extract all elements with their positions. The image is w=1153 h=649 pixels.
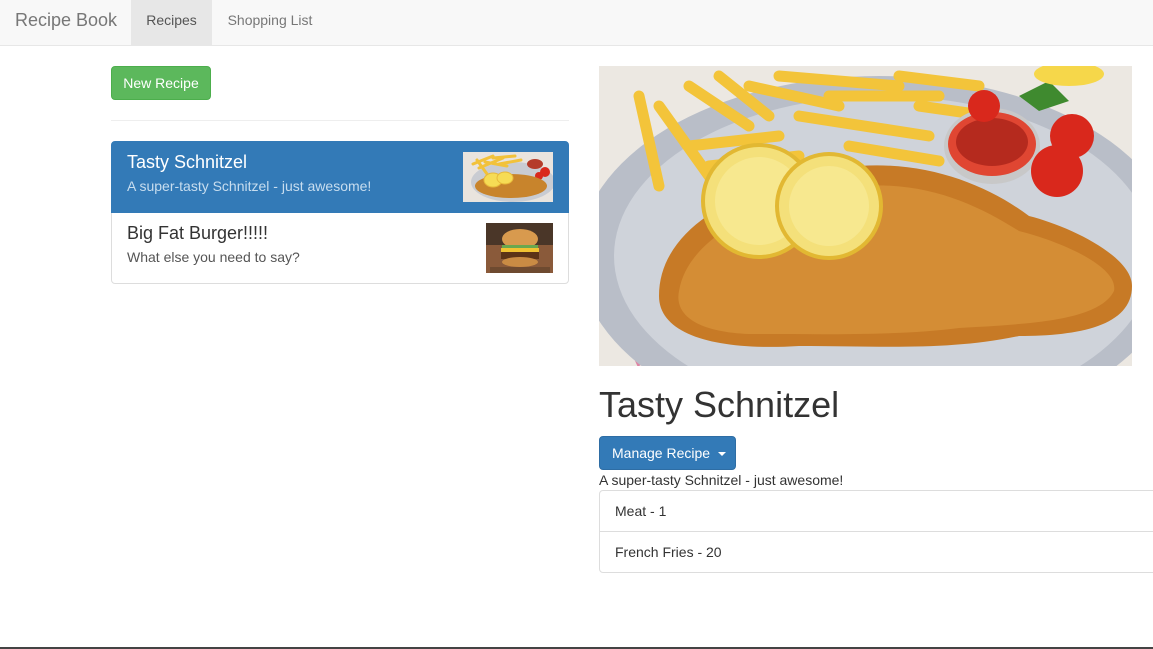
- recipe-detail-image: [599, 66, 1132, 366]
- ingredient-item[interactable]: Meat - 1: [599, 490, 1153, 532]
- recipe-item-schnitzel[interactable]: Tasty Schnitzel A super-tasty Schnitzel …: [111, 141, 569, 213]
- ingredient-item[interactable]: French Fries - 20: [599, 531, 1153, 573]
- recipe-item-burger[interactable]: Big Fat Burger!!!!! What else you need t…: [111, 212, 569, 284]
- recipe-list: Tasty Schnitzel A super-tasty Schnitzel …: [111, 141, 569, 284]
- caret-down-icon: [717, 452, 726, 457]
- schnitzel-thumbnail-image: [463, 152, 553, 202]
- recipe-detail-description: A super-tasty Schnitzel - just awesome!: [599, 472, 844, 488]
- divider: [111, 120, 569, 121]
- manage-recipe-label: Manage Recipe: [612, 445, 711, 461]
- tab-recipes[interactable]: Recipes: [131, 0, 212, 45]
- recipe-item-description: A super-tasty Schnitzel - just awesome!: [127, 178, 372, 194]
- recipe-detail-title: Tasty Schnitzel: [599, 384, 840, 425]
- burger-thumbnail-image: [486, 223, 553, 273]
- navbar: Recipe Book Recipes Shopping List: [0, 0, 1153, 46]
- recipe-item-description: What else you need to say?: [127, 249, 300, 265]
- recipe-item-name: Tasty Schnitzel: [127, 152, 248, 172]
- brand-link[interactable]: Recipe Book: [15, 0, 117, 45]
- ingredient-list: Meat - 1 French Fries - 20: [599, 490, 1153, 573]
- new-recipe-button[interactable]: New Recipe: [111, 66, 211, 100]
- recipe-item-name: Big Fat Burger!!!!!: [127, 223, 269, 243]
- manage-recipe-dropdown-button[interactable]: Manage Recipe: [599, 436, 736, 470]
- tab-shopping-list[interactable]: Shopping List: [212, 0, 328, 45]
